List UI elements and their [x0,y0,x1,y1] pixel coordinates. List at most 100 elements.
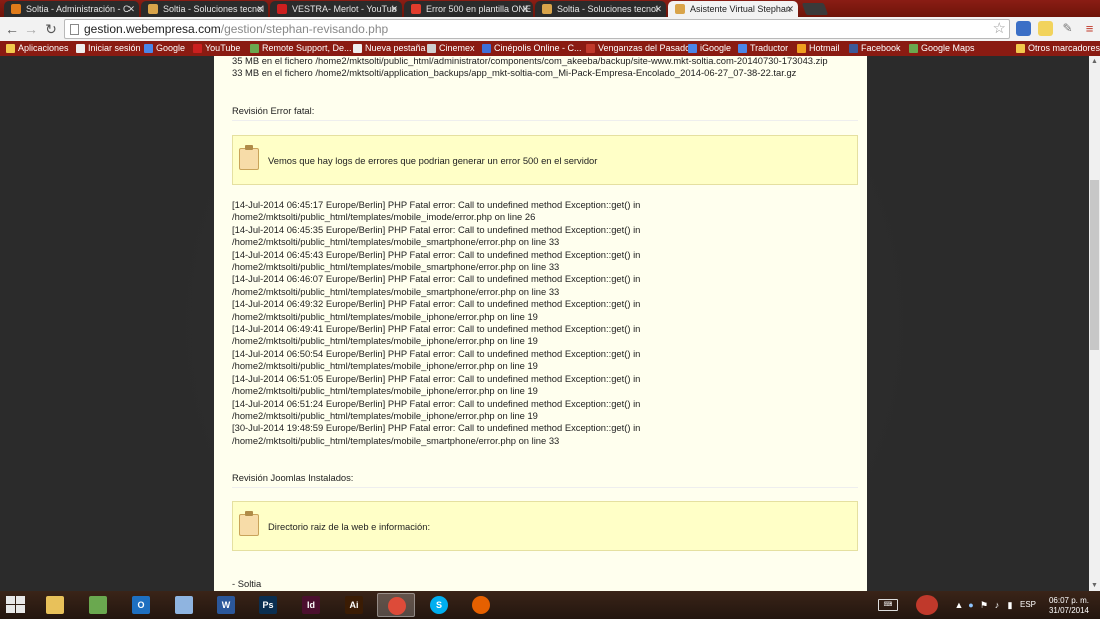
bookmark-label: Google [156,43,186,53]
extension-gear-icon[interactable] [1016,21,1031,36]
log-entry-line: [14-Jul-2014 06:51:24 Europe/Berlin] PHP… [232,397,641,409]
log-path-line: /home2/mktsolti/public_html/templates/mo… [232,360,538,372]
log-entry-line: [14-Jul-2014 06:46:07 Europe/Berlin] PHP… [232,273,641,285]
bookmark-item[interactable]: Hotmail [797,41,840,56]
bookmarks-bar: Aplicaciones Iniciar sesión Google YouTube R… [0,41,1100,56]
tab-favicon-icon [148,4,158,14]
taskbar-app-button[interactable]: W [207,593,245,617]
windows-start-icon[interactable] [6,596,26,614]
skype-icon: S [430,596,448,614]
bookmark-item[interactable]: YouTube [193,41,240,56]
bookmark-label: Nueva pestaña [365,43,426,53]
bookmark-item[interactable]: Cinépolis Online - C... [482,41,582,56]
notification-app-icon[interactable] [916,595,938,615]
bookmark-item[interactable]: Aplicaciones [6,41,69,56]
scroll-thumb[interactable] [1090,180,1099,350]
taskbar-app-button[interactable] [462,593,500,617]
volume-icon[interactable]: ♪ [992,600,1002,610]
network-icon[interactable]: ● [966,600,976,610]
bookmark-item[interactable]: Venganzas del Pasado [586,41,690,56]
new-tab-button[interactable] [801,3,829,15]
bookmark-label: Aplicaciones [18,43,69,53]
bookmark-item[interactable]: Google [144,41,185,56]
taskbar: O W Ps Id Ai S ⌨ ▲ ● ⚑ ♪ ▮ ESP 06:07 p. m. 31… [0,591,1100,619]
page-viewport: 35 MB en el fichero /home2/mktsolti/publ… [0,56,1089,591]
bookmark-label: iGoogle [700,43,732,53]
bookmark-label: Google Maps [921,43,975,53]
browser-tab[interactable]: Asistente Virtual Stephan ✕ [668,1,798,17]
tab-close-icon[interactable]: ✕ [786,1,794,17]
clock-time: 06:07 p. m. [1048,596,1090,605]
bookmark-item[interactable]: Remote Support, De... [250,41,352,56]
bookmark-item[interactable]: iGoogle [688,41,731,56]
vertical-scrollbar[interactable]: ▲ ▼ [1089,56,1100,591]
folder-icon [1016,44,1025,53]
paint-icon [175,596,193,614]
backup-list: 35 MB en el fichero /home2/mktsolti/publ… [232,56,828,80]
bookmark-item[interactable]: Facebook [849,41,901,56]
log-path-line: /home2/mktsolti/public_html/templates/mo… [232,409,538,421]
bookmark-item[interactable]: Google Maps [909,41,975,56]
clipboard-icon [239,511,259,536]
log-entry-line: [14-Jul-2014 06:51:05 Europe/Berlin] PHP… [232,372,641,384]
scroll-down-icon[interactable]: ▼ [1089,580,1100,591]
error-notice-text: Vemos que hay logs de errores que podria… [268,155,598,166]
scroll-up-icon[interactable]: ▲ [1089,56,1100,67]
extension-note-icon[interactable] [1038,21,1053,36]
tab-close-icon[interactable]: ✕ [127,1,135,17]
keyboard-icon[interactable]: ⌨ [878,599,898,611]
bookmark-label: Remote Support, De... [262,43,352,53]
browser-tab[interactable]: Soltia - Administración - C ✕ [4,1,139,17]
bookmark-item[interactable]: Traductor [738,41,788,56]
forward-icon[interactable]: → [23,21,39,37]
browser-tab[interactable]: Soltia - Soluciones tecnol ✕ [141,1,268,17]
apps-grid-icon [6,44,15,53]
bookmark-item[interactable]: Iniciar sesión [76,41,141,56]
other-bookmarks[interactable]: Otros marcadores [1016,41,1100,56]
battery-icon[interactable]: ▮ [1005,600,1015,610]
page-icon [76,44,85,53]
joomla-notice: Directorio raiz de la web e información: [232,501,858,551]
taskbar-app-button[interactable] [377,593,415,617]
taskbar-app-button[interactable] [79,593,117,617]
log-path-line: /home2/mktsolti/public_html/templates/mo… [232,261,560,273]
reload-icon[interactable]: ↻ [43,21,59,37]
url-text[interactable]: gestion.webempresa.com/gestion/stephan-r… [84,22,388,36]
pencil-icon[interactable]: ✎ [1060,21,1075,36]
log-path-line: /home2/mktsolti/public_html/templates/mo… [232,310,538,322]
browser-tab[interactable]: VESTRA- Merlot - YouTub ✕ [270,1,402,17]
clock[interactable]: 06:07 p. m. 31/07/2014 [1047,596,1091,616]
taskbar-app-button[interactable]: O [122,593,160,617]
error-notice: Vemos que hay logs de errores que podria… [232,135,858,185]
bookmark-label: Venganzas del Pasado [598,43,691,53]
bookmark-star-icon[interactable]: ☆ [993,20,1006,38]
address-bar[interactable]: gestion.webempresa.com/gestion/stephan-r… [64,19,1010,39]
tab-close-icon[interactable]: ✕ [256,1,264,17]
bookmark-item[interactable]: Cinemex [427,41,475,56]
menu-icon[interactable]: ≡ [1082,21,1097,36]
tab-close-icon[interactable]: ✕ [521,1,529,17]
show-hidden-icons-icon[interactable]: ▲ [954,600,964,610]
tab-title: Error 500 en plantilla ONE [426,4,532,14]
illustrator-icon: Ai [345,596,363,614]
tab-close-icon[interactable]: ✕ [654,1,662,17]
tab-title: Soltia - Administración - C [26,4,130,14]
taskbar-app-button[interactable] [165,593,203,617]
browser-tab[interactable]: Soltia - Soluciones tecnol ✕ [535,1,666,17]
google-icon [688,44,697,53]
browser-toolbar: ← → ↻ gestion.webempresa.com/gestion/ste… [0,17,1100,41]
flag-icon[interactable]: ⚑ [979,600,989,610]
taskbar-app-button[interactable] [36,593,74,617]
language-indicator[interactable]: ESP [1020,600,1036,609]
taskbar-app-button[interactable]: Id [292,593,330,617]
log-path-line: /home2/mktsolti/public_html/templates/mo… [232,236,560,248]
bookmark-item[interactable]: Nueva pestaña [353,41,426,56]
section-title-joomla: Revisión Joomlas Instalados: [232,472,861,488]
tab-title: Soltia - Soluciones tecnol [163,4,265,14]
tab-close-icon[interactable]: ✕ [390,1,398,17]
taskbar-app-button[interactable]: Ps [249,593,287,617]
taskbar-app-button[interactable]: S [420,593,458,617]
taskbar-app-button[interactable]: Ai [335,593,373,617]
back-icon[interactable]: ← [4,21,20,37]
browser-tab[interactable]: Error 500 en plantilla ONE ✕ [404,1,533,17]
